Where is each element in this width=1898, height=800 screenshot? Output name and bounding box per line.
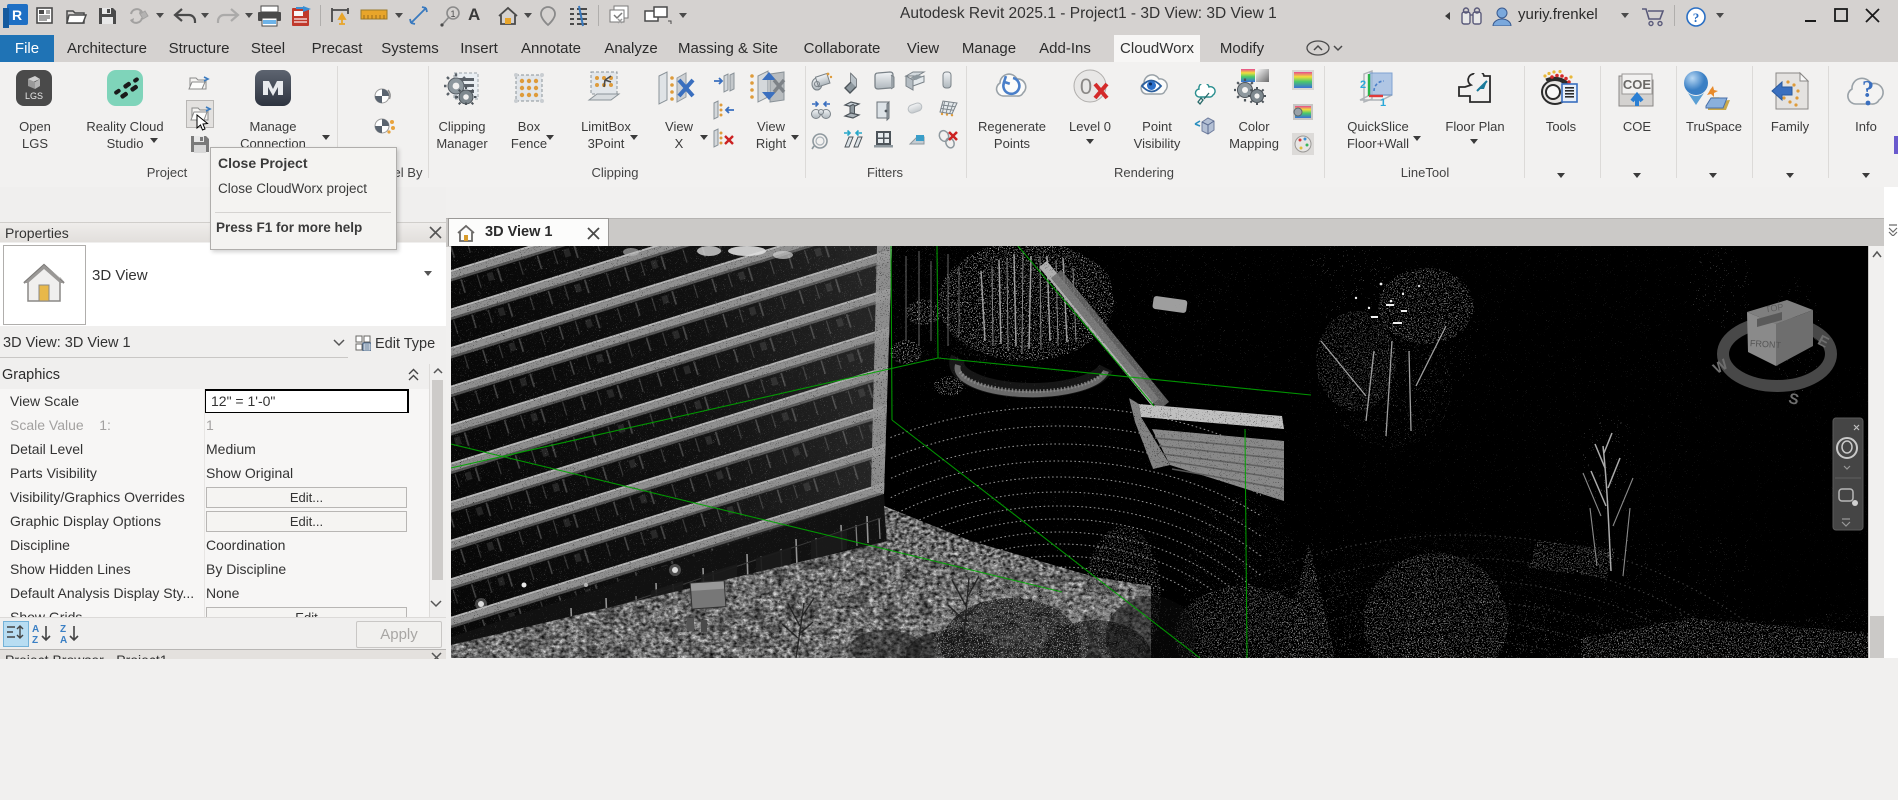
svg-text:A: A bbox=[32, 624, 39, 635]
svg-text:1: 1 bbox=[450, 9, 455, 19]
svg-text:Z: Z bbox=[32, 635, 38, 645]
svg-text:Z: Z bbox=[60, 624, 66, 635]
svg-text:COE: COE bbox=[1623, 77, 1652, 92]
svg-text:R: R bbox=[12, 7, 22, 23]
svg-text:?: ? bbox=[1862, 77, 1874, 103]
svg-text:A: A bbox=[60, 635, 67, 645]
svg-text:?: ? bbox=[1693, 10, 1700, 25]
